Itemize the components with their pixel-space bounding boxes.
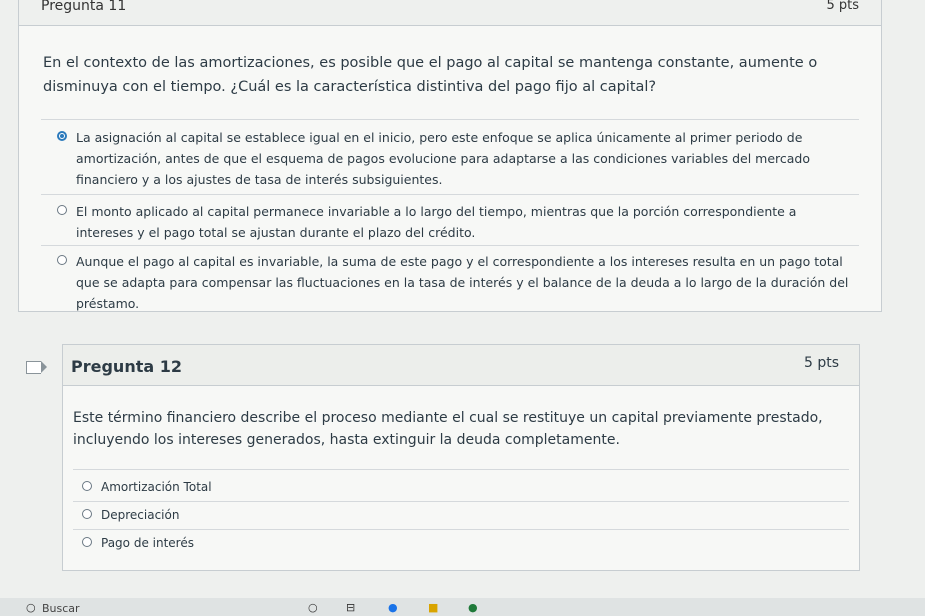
divider [73, 529, 849, 530]
q11-answer-2-label: El monto aplicado al capital permanece i… [76, 204, 797, 240]
question-12-header: Pregunta 12 5 pts [63, 345, 859, 386]
taskbar-search-label[interactable]: Buscar [42, 602, 80, 615]
q12-answer-1-label: Amortización Total [101, 480, 212, 494]
radio-icon[interactable] [82, 509, 92, 519]
task-view-icon[interactable]: ⊟ [346, 601, 355, 614]
question-11-title: Pregunta 11 [41, 0, 127, 14]
radio-icon[interactable] [57, 255, 67, 265]
question-12-card: Pregunta 12 5 pts Este término financier… [62, 344, 860, 571]
q11-answer-3-label: Aunque el pago al capital es invariable,… [76, 254, 849, 311]
q12-answer-2[interactable]: Depreciación [82, 505, 801, 526]
question-12-text: Este término financiero describe el proc… [73, 410, 823, 448]
question-12-title: Pregunta 12 [71, 357, 182, 376]
q12-answer-2-label: Depreciación [101, 508, 180, 522]
q12-answer-1[interactable]: Amortización Total [82, 477, 801, 498]
chrome-icon[interactable]: ● [388, 601, 398, 614]
question-12-points: 5 pts [803, 355, 839, 371]
q11-answer-1-label: La asignación al capital se establece ig… [76, 130, 810, 187]
app-icon[interactable]: ● [468, 601, 478, 614]
taskbar: ○ Buscar ○ ⊟ ● ■ ● [0, 598, 925, 616]
q11-answer-2[interactable]: El monto aplicado al capital permanece i… [57, 201, 851, 243]
question-11-text: En el contexto de las amortizaciones, es… [43, 55, 818, 95]
q11-answer-1[interactable]: La asignación al capital se establece ig… [57, 127, 851, 190]
question-11-points: 5 pts [826, 0, 859, 13]
question-11-card: Pregunta 11 5 pts En el contexto de las … [18, 0, 882, 312]
question-11-header: Pregunta 11 5 pts [19, 0, 881, 26]
cortana-icon[interactable]: ○ [308, 601, 318, 614]
q12-answer-3-label: Pago de interés [101, 536, 194, 550]
divider [73, 501, 849, 502]
divider [73, 469, 849, 470]
search-icon[interactable]: ○ [26, 601, 36, 614]
divider [41, 119, 859, 120]
radio-icon[interactable] [82, 537, 92, 547]
radio-selected-icon[interactable] [57, 131, 67, 141]
radio-icon[interactable] [57, 205, 67, 215]
file-explorer-icon[interactable]: ■ [428, 601, 438, 614]
q12-answer-3[interactable]: Pago de interés [82, 533, 801, 554]
radio-icon[interactable] [82, 481, 92, 491]
q11-answer-3[interactable]: Aunque el pago al capital es invariable,… [57, 251, 851, 314]
flag-question-icon[interactable] [26, 361, 47, 374]
divider [41, 194, 859, 195]
divider [41, 245, 859, 246]
